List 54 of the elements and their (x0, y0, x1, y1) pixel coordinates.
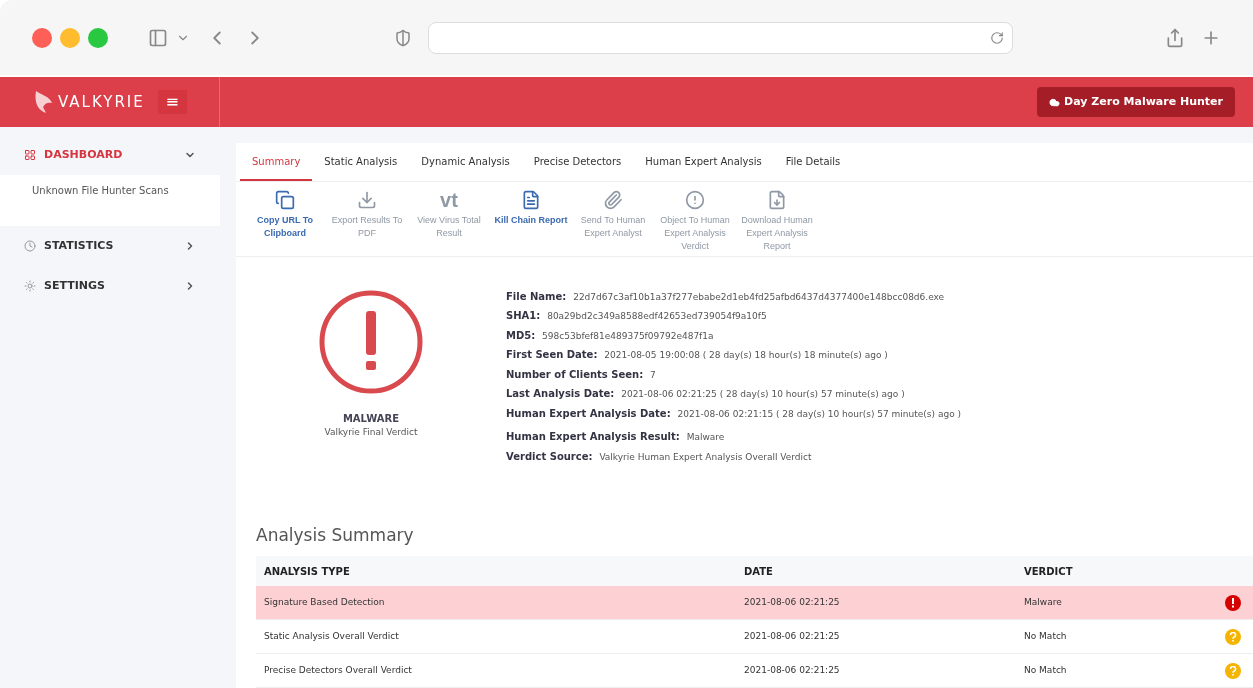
table-cell-text: No Match (1024, 663, 1067, 677)
close-window-icon[interactable] (32, 27, 52, 48)
detail-line: First Seen Date: 2021-08-05 19:00:08 ( 28 day(s) 18 hour(s) 18 minute(s) ago ) (506, 348, 889, 363)
maximize-window-icon[interactable] (88, 27, 108, 48)
sidebar-item[interactable]: STATISTICS (0, 226, 220, 266)
detail-line: Verdict Source: Valkyrie Human Expert Analysis Overall Verdict (506, 449, 813, 464)
copy-icon (275, 190, 295, 211)
table-cell-text: No Match (1024, 629, 1067, 643)
tab[interactable]: Human Expert Analysis (633, 143, 774, 182)
export-icon (357, 190, 377, 211)
tab[interactable]: Precise Detectors (521, 143, 634, 182)
detail-line: Number of Clients Seen: 7 (506, 367, 657, 382)
shield-icon[interactable] (394, 28, 412, 47)
sidebar-item[interactable]: DASHBOARD (0, 135, 220, 175)
table-cell-text: Static Analysis Overall Verdict (263, 629, 400, 643)
table-cell-text: 2021-08-06 02:21:25 (743, 663, 841, 677)
verdict-subtitle: Valkyrie Final Verdict (324, 425, 418, 439)
tab[interactable]: Static Analysis (312, 143, 410, 182)
menu-button[interactable]: ≡ (157, 90, 187, 114)
day-zero-button[interactable]: Day Zero Malware Hunter (1037, 87, 1235, 117)
table-cell-text: Malware (1024, 595, 1062, 609)
clock-icon (24, 240, 36, 252)
document-icon (521, 190, 541, 211)
reload-icon[interactable] (990, 30, 1004, 45)
table-cell-text: 2021-08-06 02:21:25 (743, 629, 841, 643)
sidebar-item[interactable]: SETTINGS (0, 266, 220, 306)
detail-line: Human Expert Analysis Date: 2021-08-06 02:21:15 ( 28 day(s) 10 hour(s) 57 minute(s) ago ) (506, 406, 962, 421)
detail-line: MD5: 598c53bfef81e489375f09792e487f1a (506, 328, 715, 343)
cloud-icon (1049, 96, 1061, 108)
verdict-title: MALWARE (342, 411, 400, 426)
toolbar-button[interactable]: Kill Chain Report (490, 190, 572, 228)
column-header: VERDICT (1023, 564, 1074, 579)
toolbar-button[interactable]: Copy URL To Clipboard (244, 190, 326, 241)
section-title: Analysis Summary (255, 523, 415, 547)
tab[interactable]: File Details (773, 143, 853, 182)
sidebar-subitem[interactable]: Unknown File Hunter Scans (0, 175, 220, 226)
detail-line: SHA1: 80a29bd2c349a8588edf42653ed739054f9a10f5 (506, 309, 768, 324)
brand-name: VALKYRIE (58, 91, 145, 113)
detail-line: File Name: 22d7d67c3af10b1a37f277ebabe2d1eb4fd25afbd6437d4377400e148bcc08d6.exe (506, 289, 946, 304)
column-header: DATE (743, 564, 774, 579)
tab[interactable]: Summary (240, 143, 313, 182)
tab[interactable]: Dynamic Analysis (409, 143, 522, 182)
alert-icon (685, 190, 705, 211)
column-header: ANALYSIS TYPE (263, 564, 351, 579)
paperclip-icon (603, 190, 623, 211)
table-cell-text: 2021-08-06 02:21:25 (743, 595, 841, 609)
grid-icon (24, 149, 36, 161)
share-icon[interactable] (1165, 27, 1185, 48)
table-cell-text: Signature Based Detection (263, 595, 386, 609)
table-cell-text: Precise Detectors Overall Verdict (263, 663, 413, 677)
download-icon (767, 190, 787, 211)
detail-line: Human Expert Analysis Result: Malware (506, 430, 726, 445)
detail-line: Last Analysis Date: 2021-08-06 02:21:25 ( 28 day(s) 10 hour(s) 57 minute(s) ago ) (506, 387, 906, 402)
sidebar-toggle-icon[interactable] (148, 27, 168, 48)
